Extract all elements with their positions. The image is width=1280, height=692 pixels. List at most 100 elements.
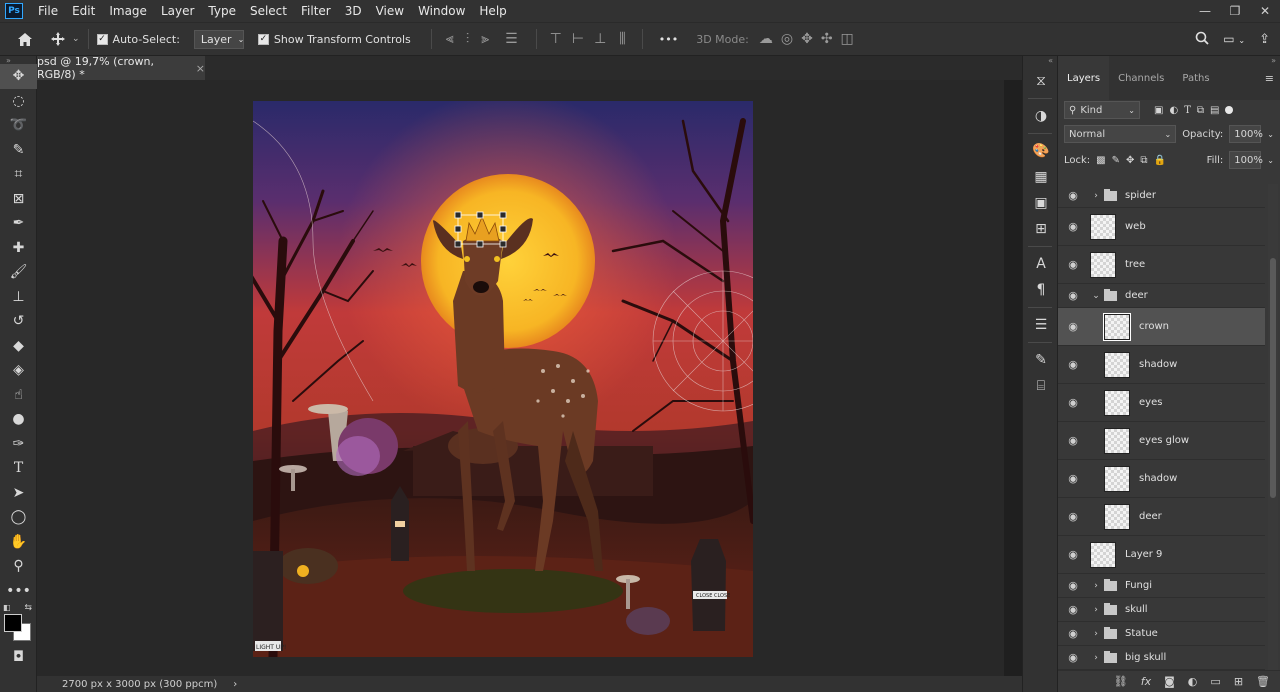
- menu-edit[interactable]: Edit: [65, 4, 102, 18]
- new-group-icon[interactable]: ▭: [1210, 675, 1220, 688]
- layer-row[interactable]: ◉ eyes: [1058, 384, 1265, 422]
- visibility-eye-icon[interactable]: ◉: [1058, 627, 1088, 640]
- adjustments-panel-icon[interactable]: ☰: [1023, 312, 1059, 338]
- collapse-panel-icon[interactable]: »: [1271, 56, 1276, 65]
- menu-filter[interactable]: Filter: [294, 4, 338, 18]
- menu-type[interactable]: Type: [201, 4, 243, 18]
- quick-mask-icon[interactable]: ◘: [0, 645, 37, 670]
- align-bottom-icon[interactable]: ⊥: [594, 31, 606, 47]
- 3d-pan-icon[interactable]: ✥: [801, 31, 813, 47]
- more-options-icon[interactable]: •••: [659, 33, 678, 46]
- visibility-eye-icon[interactable]: ◉: [1058, 472, 1088, 485]
- align-left-icon[interactable]: ⫷: [446, 31, 454, 47]
- collapse-tools-icon[interactable]: »: [0, 56, 36, 65]
- frame-tool-icon[interactable]: ⊠: [0, 187, 37, 212]
- layer-style-icon[interactable]: fx: [1141, 675, 1151, 688]
- filter-type-icon[interactable]: T: [1184, 105, 1191, 116]
- layer-row[interactable]: ◉ › big skull: [1058, 646, 1265, 670]
- lock-image-icon[interactable]: ✎: [1112, 155, 1120, 166]
- menu-file[interactable]: File: [31, 4, 65, 18]
- visibility-eye-icon[interactable]: ◉: [1058, 358, 1088, 371]
- tab-paths[interactable]: Paths: [1173, 56, 1218, 100]
- lock-position-icon[interactable]: ✥: [1126, 155, 1134, 166]
- 3d-orbit-icon[interactable]: ☁: [759, 31, 773, 47]
- tab-channels[interactable]: Channels: [1109, 56, 1173, 100]
- path-selection-tool-icon[interactable]: ➤: [0, 481, 37, 506]
- visibility-eye-icon[interactable]: ◉: [1058, 510, 1088, 523]
- filter-kind-dropdown[interactable]: ⚲ Kind ⌄: [1064, 101, 1140, 119]
- document-size-status[interactable]: 2700 px x 3000 px (300 ppcm): [62, 679, 217, 690]
- brush-settings-panel-icon[interactable]: ✎: [1023, 347, 1059, 373]
- filter-smart-object-icon[interactable]: ▤: [1210, 105, 1219, 116]
- default-colors-icon[interactable]: ◧: [3, 603, 11, 612]
- chevron-right-icon[interactable]: ›: [1090, 605, 1102, 615]
- search-icon[interactable]: [1195, 31, 1209, 48]
- blend-mode-dropdown[interactable]: Normal ⌄: [1064, 125, 1177, 143]
- new-layer-icon[interactable]: ⊞: [1234, 675, 1243, 688]
- minimize-button[interactable]: —: [1190, 4, 1220, 18]
- eraser-tool-icon[interactable]: ◆: [0, 334, 37, 359]
- menu-window[interactable]: Window: [411, 4, 472, 18]
- home-icon[interactable]: [0, 32, 50, 47]
- layer-row[interactable]: ◉ tree: [1058, 246, 1265, 284]
- close-window-button[interactable]: ✕: [1250, 4, 1280, 18]
- layer-row[interactable]: ◉ › Statue: [1058, 622, 1265, 646]
- hand-tool-icon[interactable]: ✋: [0, 530, 37, 555]
- share-icon[interactable]: ⇪: [1259, 32, 1270, 47]
- distribute-vertical-icon[interactable]: ⫼: [619, 31, 625, 47]
- visibility-eye-icon[interactable]: ◉: [1058, 434, 1088, 447]
- status-arrow-icon[interactable]: ›: [233, 679, 237, 690]
- chevron-right-icon[interactable]: ›: [1090, 191, 1102, 201]
- document-tab[interactable]: psd @ 19,7% (crown, RGB/8) * ×: [37, 55, 205, 81]
- clone-stamp-tool-icon[interactable]: ⊥: [0, 285, 37, 310]
- brush-tool-icon[interactable]: 🖌: [0, 260, 37, 285]
- chevron-down-icon[interactable]: ⌄: [1267, 156, 1274, 165]
- delete-layer-icon[interactable]: 🗑: [1256, 675, 1270, 688]
- eyedropper-tool-icon[interactable]: ✒: [0, 211, 37, 236]
- layer-row[interactable]: ◉ › Fungi: [1058, 574, 1265, 598]
- quick-selection-tool-icon[interactable]: ✎: [0, 138, 37, 163]
- chevron-right-icon[interactable]: ›: [1090, 653, 1102, 663]
- 3d-slide-icon[interactable]: ✣: [821, 31, 833, 47]
- filter-pixel-icon[interactable]: ▣: [1154, 105, 1163, 116]
- layer-row[interactable]: ◉ shadow: [1058, 346, 1265, 384]
- visibility-eye-icon[interactable]: ◉: [1058, 603, 1088, 616]
- add-mask-icon[interactable]: ◙: [1164, 675, 1175, 688]
- visibility-eye-icon[interactable]: ◉: [1058, 320, 1088, 333]
- foreground-color-swatch[interactable]: [4, 614, 22, 632]
- marquee-tool-icon[interactable]: ◌: [0, 89, 37, 114]
- expand-panels-icon[interactable]: «: [1023, 56, 1057, 68]
- libraries-panel-icon[interactable]: ⌸: [1023, 373, 1059, 399]
- fill-input[interactable]: 100%: [1229, 151, 1263, 169]
- menu-select[interactable]: Select: [243, 4, 294, 18]
- menu-help[interactable]: Help: [472, 4, 513, 18]
- edit-toolbar-icon[interactable]: •••: [0, 579, 37, 604]
- layer-row[interactable]: ◉ › skull: [1058, 598, 1265, 622]
- layers-scrollbar[interactable]: [1268, 184, 1278, 674]
- crop-tool-icon[interactable]: ⌗: [0, 162, 37, 187]
- shape-tool-icon[interactable]: ◯: [0, 505, 37, 530]
- link-layers-icon[interactable]: ⛓: [1114, 675, 1128, 688]
- chevron-right-icon[interactable]: ›: [1090, 629, 1102, 639]
- chevron-down-icon[interactable]: ⌄: [1267, 130, 1274, 139]
- 3d-roll-icon[interactable]: ◎: [781, 31, 793, 47]
- menu-image[interactable]: Image: [102, 4, 154, 18]
- 3d-camera-icon[interactable]: ◫: [841, 31, 854, 47]
- opacity-input[interactable]: 100%: [1229, 125, 1263, 143]
- smudge-tool-icon[interactable]: ☝: [0, 383, 37, 408]
- auto-select-target-dropdown[interactable]: Layer ⌄: [193, 29, 244, 49]
- chevron-right-icon[interactable]: ›: [1090, 581, 1102, 591]
- move-tool-preset-icon[interactable]: ⌄: [50, 31, 80, 47]
- layer-row[interactable]: ◉ eyes glow: [1058, 422, 1265, 460]
- distribute-icon[interactable]: ☰: [505, 31, 518, 47]
- lock-artboard-icon[interactable]: ⧉: [1140, 155, 1147, 166]
- visibility-eye-icon[interactable]: ◉: [1058, 548, 1088, 561]
- swatches-panel-icon[interactable]: 🎨: [1023, 138, 1059, 164]
- panel-menu-icon[interactable]: ≡: [1265, 72, 1274, 85]
- gradient-panel-icon[interactable]: ▣: [1023, 190, 1059, 216]
- layer-row[interactable]: ◉ ⌄ deer: [1058, 284, 1265, 308]
- move-tool-icon[interactable]: ✥: [0, 64, 37, 89]
- workspace-icon[interactable]: ▭ ⌄: [1223, 32, 1245, 46]
- filter-shape-icon[interactable]: ⧉: [1197, 105, 1204, 116]
- paragraph-panel-icon[interactable]: ¶: [1023, 277, 1059, 303]
